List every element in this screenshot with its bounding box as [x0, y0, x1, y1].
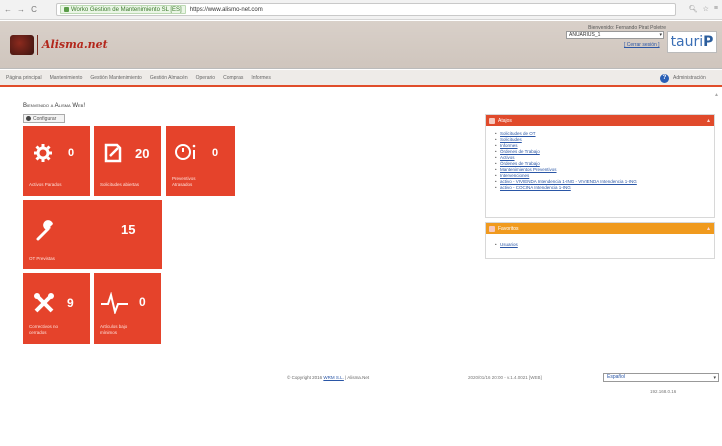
tools-cross-icon: [34, 293, 54, 313]
copyright-suffix: | Alisma.Net: [345, 375, 370, 380]
logo-icon: [10, 35, 34, 55]
tile-label: Artículos bajo mínimos: [100, 324, 128, 335]
configure-label: Configurar: [33, 115, 57, 122]
chevron-down-icon: ▾: [713, 375, 716, 381]
tile-low-stock[interactable]: 0 Artículos bajo mínimos: [94, 273, 161, 344]
footer-copyright: © Copyright 2016 WRM S.L. | Alisma.Net: [287, 375, 369, 380]
shortcuts-list: Solicitudes de OT Solicitudes Informes Ó…: [486, 126, 714, 191]
menu-item-maintenance-management[interactable]: Gestión Mantenimiento: [90, 75, 141, 81]
tile-count: 0: [139, 295, 146, 309]
reload-icon[interactable]: C: [29, 5, 39, 14]
menu-item-operator[interactable]: Operario: [196, 75, 215, 81]
tile-open-requests[interactable]: 20 Solicitudes abiertas: [94, 126, 161, 196]
footer-version: 2020/01/16 20:00 - v.1.4.0021 [WEB]: [468, 375, 542, 380]
tile-label: Solicitudes abiertas: [100, 182, 140, 187]
tile-overdue-preventive[interactable]: 0 Preventivos Atrasados: [166, 126, 235, 196]
scroll-indicator[interactable]: ▲: [714, 92, 719, 98]
zoom-icon[interactable]: 🔍︎: [689, 5, 698, 13]
shortcuts-panel-header: Atajos ▴: [486, 115, 714, 126]
tile-count: 0: [68, 147, 75, 159]
menu-item-warehouse[interactable]: Gestión Almacén: [150, 75, 188, 81]
tile-count: 20: [135, 146, 150, 161]
favorites-panel: Favoritos ▴ Usuarios: [485, 222, 715, 259]
user-select-value: ANUARIUS_1: [569, 32, 601, 38]
shortcuts-icon: [489, 117, 495, 124]
copyright-prefix: © Copyright 2016: [287, 375, 323, 380]
favorites-panel-header: Favoritos ▴: [486, 223, 714, 234]
chevron-down-icon: ▾: [659, 32, 662, 38]
logo-text: Alisma.net: [42, 38, 108, 51]
company-link[interactable]: WRM S.L.: [323, 375, 344, 380]
configure-button[interactable]: Configurar: [23, 114, 65, 123]
tile-count: 9: [67, 296, 74, 310]
brand-p: P: [703, 34, 714, 50]
gear-icon: [26, 116, 31, 121]
shortcuts-title: Atajos: [498, 117, 512, 124]
wrench-icon: [36, 220, 53, 241]
url-text[interactable]: https://www.alismo-net.com: [190, 7, 263, 13]
address-bar[interactable]: Worko Gestion de Mantenimiento SL [ES] h…: [56, 3, 676, 16]
logout-link[interactable]: [ Cerrar sesión ]: [624, 42, 660, 48]
shortcuts-panel: Atajos ▴ Solicitudes de OT Solicitudes I…: [485, 114, 715, 218]
tile-label: Preventivos Atrasados: [172, 176, 196, 187]
document-edit-icon: [104, 143, 122, 163]
help-icon[interactable]: ?: [660, 74, 669, 83]
user-select[interactable]: ANUARIUS_1 ▾: [566, 31, 664, 39]
tile-count: 15: [121, 222, 136, 237]
collapse-icon[interactable]: ▴: [707, 225, 710, 232]
tile-stopped-assets[interactable]: 0 Activos Parados: [23, 126, 90, 196]
menu-item-purchases[interactable]: Compras: [223, 75, 243, 81]
logo-divider: [37, 35, 38, 55]
favorites-icon: [489, 225, 495, 232]
admin-link[interactable]: Administración: [673, 75, 706, 81]
welcome-title: Bienvenido a Alisma Web!: [23, 103, 86, 109]
brand-text: tauri: [670, 34, 704, 50]
app-header: Alisma.net Bienvenido: Fernando Pirat Po…: [0, 21, 722, 69]
forward-icon[interactable]: →: [16, 5, 26, 14]
back-icon[interactable]: ←: [3, 5, 13, 14]
browser-actions: 🔍︎ ☆ ≡: [689, 5, 718, 13]
menu-icon[interactable]: ≡: [714, 5, 718, 13]
tile-label: OT Previstas: [29, 256, 55, 261]
main-menu: Página principal Mantenimiento Gestión M…: [0, 70, 722, 87]
tile-planned-work-orders[interactable]: 15 OT Previstas: [23, 200, 162, 269]
menu-item-maintenance[interactable]: Mantenimiento: [50, 75, 83, 81]
site-identity[interactable]: Worko Gestion de Mantenimiento SL [ES]: [60, 5, 186, 14]
favorites-list: Usuarios: [486, 234, 714, 248]
language-select[interactable]: Español ▾: [603, 373, 719, 382]
language-value: Español: [607, 374, 626, 380]
list-item[interactable]: Usuarios: [495, 242, 714, 248]
star-icon[interactable]: ☆: [703, 5, 709, 13]
collapse-icon[interactable]: ▴: [707, 117, 710, 124]
menu-item-reports[interactable]: Informes: [251, 75, 270, 81]
lock-icon: [64, 7, 69, 12]
tile-count: 0: [212, 147, 219, 159]
brand-logo: tauriP: [667, 31, 717, 53]
tile-open-corrective[interactable]: 9 Correctivos no cerrados: [23, 273, 90, 344]
tile-label: Activos Parados: [29, 182, 62, 187]
client-ip: 192.168.0.16: [650, 389, 677, 394]
pulse-icon: [101, 292, 128, 314]
menu-item-home[interactable]: Página principal: [6, 75, 42, 81]
gear-alert-icon: [34, 144, 52, 162]
favorites-title: Favoritos: [498, 225, 519, 232]
site-identity-label: Worko Gestion de Mantenimiento SL [ES]: [71, 6, 182, 13]
tile-label: Correctivos no cerrados: [29, 324, 59, 335]
list-item[interactable]: activo - COCINA Intendencia 1-ING: [495, 185, 714, 191]
clock-info-icon: [175, 144, 196, 160]
